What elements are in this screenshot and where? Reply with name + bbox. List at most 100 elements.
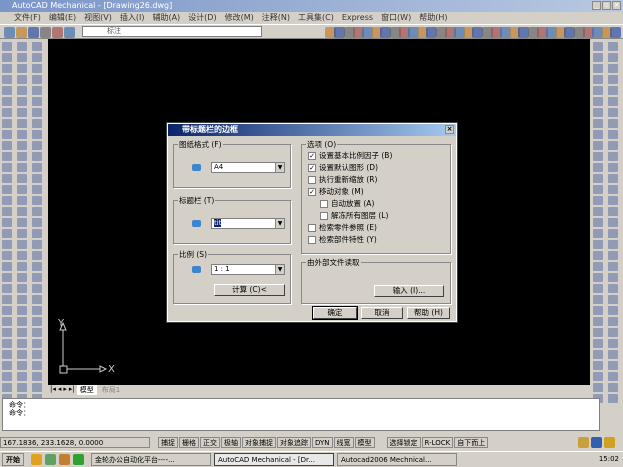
tab-nav-prev[interactable]: ◂	[58, 385, 62, 395]
tool-icon[interactable]	[593, 372, 603, 381]
tool-icon[interactable]	[593, 273, 603, 282]
tool-icon[interactable]	[608, 306, 618, 315]
tool-icon[interactable]	[32, 152, 42, 161]
tab-nav-last[interactable]: ▸|	[69, 385, 75, 395]
tool-icon[interactable]	[2, 119, 12, 128]
tool-icon[interactable]	[17, 174, 27, 183]
tool-icon[interactable]	[32, 317, 42, 326]
tool-icon[interactable]	[17, 306, 27, 315]
tool-icon[interactable]	[608, 108, 618, 117]
checkbox-unchecked[interactable]	[320, 200, 328, 208]
tool-icon[interactable]	[608, 229, 618, 238]
tool-icon[interactable]	[17, 53, 27, 62]
tool-icon[interactable]	[32, 196, 42, 205]
menu-item[interactable]: 插入(I)	[120, 12, 145, 24]
tool-icon[interactable]	[2, 229, 12, 238]
tool-icon[interactable]	[17, 251, 27, 260]
checkbox-checked[interactable]: ✓	[308, 152, 316, 160]
toolbar-button-icon[interactable]	[64, 27, 75, 38]
tool-icon[interactable]	[593, 86, 603, 95]
tab-layout1[interactable]: 布局1	[99, 385, 123, 395]
tool-icon[interactable]	[17, 163, 27, 172]
tool-icon[interactable]	[32, 328, 42, 337]
tool-icon[interactable]	[2, 372, 12, 381]
tool-icon[interactable]	[608, 262, 618, 271]
tool-icon[interactable]	[17, 130, 27, 139]
tool-icon[interactable]	[32, 163, 42, 172]
tool-icon[interactable]	[608, 361, 618, 370]
status-toggle[interactable]: 极轴	[221, 437, 241, 448]
tool-icon[interactable]	[593, 141, 603, 150]
tool-icon[interactable]	[593, 317, 603, 326]
tool-icon[interactable]	[593, 218, 603, 227]
tool-icon[interactable]	[593, 328, 603, 337]
tool-icon[interactable]	[17, 262, 27, 271]
tool-icon[interactable]	[593, 383, 603, 392]
minimize-button[interactable]: _	[592, 1, 601, 10]
paper-format-select[interactable]: A4 ▼	[211, 162, 285, 173]
tool-icon[interactable]	[32, 130, 42, 139]
calculate-button[interactable]: 计算 (C)<	[214, 284, 285, 296]
status-toggle[interactable]: 对象追踪	[277, 437, 311, 448]
tool-icon[interactable]	[2, 284, 12, 293]
menu-item[interactable]: 工具集(C)	[298, 12, 334, 24]
close-button[interactable]: ×	[612, 1, 621, 10]
tab-model[interactable]: 模型	[76, 385, 97, 395]
option-checkbox[interactable]: 检索零件参照 (E)	[308, 223, 377, 233]
tool-icon[interactable]	[32, 306, 42, 315]
import-button[interactable]: 输入 (I)...	[374, 285, 444, 297]
menu-item[interactable]: Express	[342, 12, 373, 24]
status-toggle[interactable]: DYN	[312, 437, 333, 448]
tool-icon[interactable]	[17, 218, 27, 227]
tool-icon[interactable]	[608, 141, 618, 150]
tab-nav-next[interactable]: ▸	[63, 385, 67, 395]
tool-icon[interactable]	[2, 152, 12, 161]
toolbar-button-icon[interactable]	[610, 27, 622, 38]
menu-item[interactable]: 文件(F)	[14, 12, 41, 24]
checkbox-unchecked[interactable]	[308, 176, 316, 184]
menu-item[interactable]: 注释(N)	[262, 12, 290, 24]
tool-icon[interactable]	[17, 97, 27, 106]
checkbox-unchecked[interactable]	[308, 236, 316, 244]
toolbar-button-icon[interactable]	[4, 27, 15, 38]
tool-icon[interactable]	[593, 42, 603, 51]
status-toggle[interactable]: 线宽	[333, 437, 354, 448]
tool-icon[interactable]	[2, 251, 12, 260]
tool-icon[interactable]	[2, 141, 12, 150]
tool-icon[interactable]	[593, 119, 603, 128]
tool-icon[interactable]	[17, 229, 27, 238]
browser-icon[interactable]	[31, 454, 42, 465]
tool-icon[interactable]	[608, 174, 618, 183]
tool-icon[interactable]	[608, 251, 618, 260]
help-button[interactable]: 帮助 (H)	[407, 307, 450, 319]
tool-icon[interactable]	[17, 152, 27, 161]
task-autocad[interactable]: AutoCAD Mechanical - [Dr...	[214, 453, 334, 466]
tool-icon[interactable]	[2, 185, 12, 194]
status-toggle[interactable]: 自下而上	[454, 437, 489, 448]
tool-icon[interactable]	[32, 42, 42, 51]
tool-icon[interactable]	[17, 119, 27, 128]
tool-icon[interactable]	[2, 130, 12, 139]
tool-icon[interactable]	[32, 273, 42, 282]
status-toggle[interactable]: R-LOCK	[421, 437, 454, 448]
tool-icon[interactable]	[608, 339, 618, 348]
tool-icon[interactable]	[593, 174, 603, 183]
tool-icon[interactable]	[608, 240, 618, 249]
tool-icon[interactable]	[2, 218, 12, 227]
tool-icon[interactable]	[17, 86, 27, 95]
checkbox-checked[interactable]: ✓	[308, 188, 316, 196]
tool-icon[interactable]	[32, 262, 42, 271]
tool-icon[interactable]	[608, 317, 618, 326]
option-checkbox[interactable]: 检索部件特性 (Y)	[308, 235, 377, 245]
tool-icon[interactable]	[593, 163, 603, 172]
checkbox-checked[interactable]: ✓	[308, 164, 316, 172]
tool-icon[interactable]	[608, 97, 618, 106]
tool-icon[interactable]	[32, 53, 42, 62]
tool-icon[interactable]	[2, 273, 12, 282]
tool-icon[interactable]	[608, 75, 618, 84]
tool-icon[interactable]	[608, 86, 618, 95]
tool-icon[interactable]	[32, 207, 42, 216]
tool-icon[interactable]	[17, 196, 27, 205]
tool-icon[interactable]	[2, 306, 12, 315]
status-toggle[interactable]: 对象捕捉	[242, 437, 276, 448]
